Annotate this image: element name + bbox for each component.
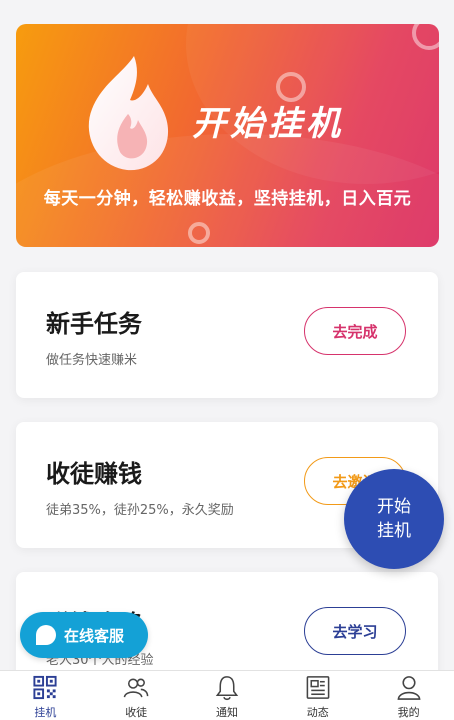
tab-label: 通知 <box>215 706 238 719</box>
banner-subtitle: 每天一分钟，轻松赚收益，坚持挂机，日入百元 <box>43 189 412 209</box>
tab-hangup[interactable]: 挂机 <box>0 671 91 720</box>
people-icon <box>123 678 149 698</box>
tab-label: 我的 <box>397 706 420 719</box>
learn-button[interactable]: 去学习 <box>304 607 406 655</box>
fab-line2: 挂机 <box>377 521 411 541</box>
tab-news[interactable]: 动态 <box>272 671 363 720</box>
ring-decoration <box>188 222 210 244</box>
tab-notice[interactable]: 通知 <box>182 671 273 720</box>
newspaper-icon <box>306 676 330 699</box>
hero-banner[interactable]: 开始挂机 每天一分钟，轻松赚收益，坚持挂机，日入百元 <box>16 24 439 247</box>
start-hangup-button[interactable]: 开始 挂机 <box>344 469 444 569</box>
tab-label: 挂机 <box>34 706 57 719</box>
fab-line1: 开始 <box>377 497 411 517</box>
person-icon <box>397 676 421 700</box>
qr-code-icon <box>33 675 57 700</box>
card-title: 收徒赚钱 <box>46 460 142 488</box>
tab-label: 收徒 <box>125 706 148 719</box>
main-scroll[interactable]: 开始挂机 每天一分钟，轻松赚收益，坚持挂机，日入百元 新手任务 做任务快速赚米 … <box>0 0 454 670</box>
tab-label: 动态 <box>306 706 329 719</box>
bottom-tab-bar: 挂机 收徒 通知 动态 我的 <box>0 670 454 720</box>
service-label: 在线客服 <box>64 626 125 645</box>
flame-icon <box>88 56 169 171</box>
card-desc: 徒弟35%，徒孙25%，永久奖励 <box>46 503 234 518</box>
tab-mine[interactable]: 我的 <box>363 671 454 720</box>
card-desc: 做任务快速赚米 <box>46 353 138 368</box>
bell-icon <box>215 676 239 701</box>
card-title: 新手任务 <box>46 310 142 338</box>
complete-button[interactable]: 去完成 <box>304 307 406 355</box>
tab-disciples[interactable]: 收徒 <box>91 671 182 720</box>
task-card-newbie[interactable]: 新手任务 做任务快速赚米 去完成 <box>16 272 438 398</box>
online-service-button[interactable]: 在线客服 <box>20 612 148 658</box>
chat-bubble-icon <box>36 625 56 645</box>
banner-title: 开始挂机 <box>192 104 344 144</box>
